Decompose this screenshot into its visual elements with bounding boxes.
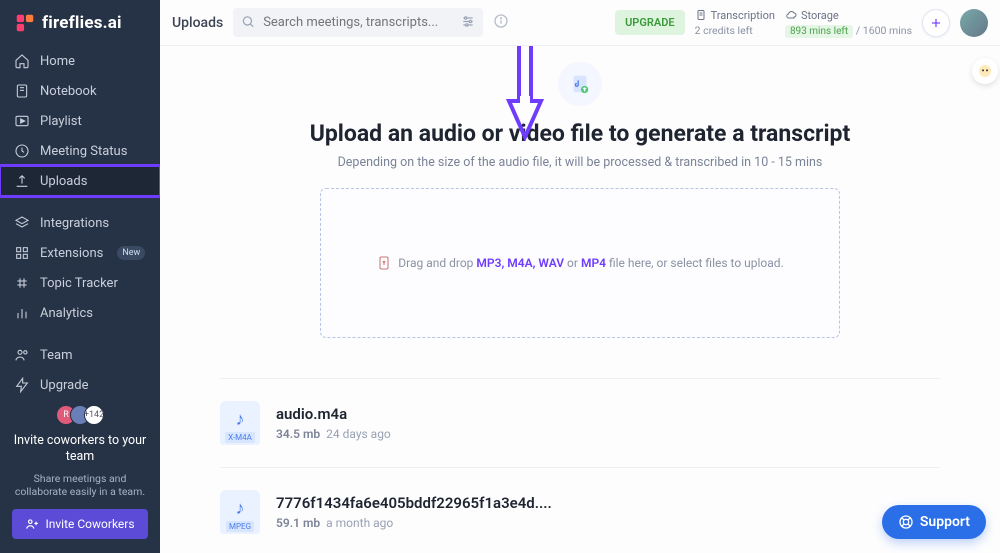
info-icon[interactable] <box>493 13 509 33</box>
hash-icon <box>14 275 30 291</box>
invite-title: Invite coworkers to your team <box>12 433 148 466</box>
file-type-icon: ♪MPEG <box>220 490 260 534</box>
playlist-icon <box>14 113 30 129</box>
bolt-icon <box>14 377 30 393</box>
file-type-icon: ♪X-M4A <box>220 401 260 445</box>
upload-icon <box>14 173 30 189</box>
file-size: 59.1 mb <box>276 516 320 530</box>
support-button[interactable]: Support <box>882 505 986 539</box>
avatar-extra-count: +142 <box>84 405 104 425</box>
user-plus-icon <box>25 517 39 531</box>
fireflies-logo-icon <box>14 12 36 34</box>
layers-icon <box>14 215 30 231</box>
brand-logo[interactable]: fireflies.ai <box>0 0 160 46</box>
home-icon <box>14 53 30 69</box>
notebook-icon <box>14 83 30 99</box>
new-badge: New <box>117 246 145 260</box>
main: Uploads UPGRADE Transcription 2 credits … <box>160 0 1000 553</box>
file-list: ♪X-M4A audio.m4a 34.5 mb 24 days ago ♪MPE… <box>220 378 940 534</box>
file-row[interactable]: ♪X-M4A audio.m4a 34.5 mb 24 days ago <box>220 401 940 445</box>
plus-icon <box>929 16 943 30</box>
sidebar-item-notebook[interactable]: Notebook <box>0 76 160 106</box>
sidebar: fireflies.ai Home Notebook Playlist Meet… <box>0 0 160 553</box>
bars-icon <box>14 305 30 321</box>
topbar: Uploads UPGRADE Transcription 2 credits … <box>160 0 1000 46</box>
bot-icon <box>977 63 993 79</box>
invite-coworkers-button[interactable]: Invite Coworkers <box>12 509 148 539</box>
sidebar-item-extensions[interactable]: ExtensionsNew <box>0 238 160 268</box>
sidebar-nav: Home Notebook Playlist Meeting Status Up… <box>0 46 160 395</box>
storage-stat: Storage 893 mins left / 1600 mins <box>785 9 912 37</box>
transcription-stat: Transcription 2 credits left <box>695 9 775 37</box>
user-avatar[interactable] <box>960 9 988 37</box>
search-icon <box>241 13 255 32</box>
sidebar-item-meeting-status[interactable]: Meeting Status <box>0 136 160 166</box>
content: Upload an audio or video file to generat… <box>160 46 1000 553</box>
upload-title: Upload an audio or video file to generat… <box>220 120 940 147</box>
file-age: 24 days ago <box>326 427 391 441</box>
sidebar-item-home[interactable]: Home <box>0 46 160 76</box>
lifebuoy-icon <box>898 514 914 530</box>
breadcrumb: Uploads <box>172 15 223 31</box>
assistant-bubble[interactable] <box>972 58 998 84</box>
avatar-stack: R +142 <box>12 405 148 425</box>
upload-subtitle: Depending on the size of the audio file,… <box>220 155 940 170</box>
clock-icon <box>14 143 30 159</box>
file-name: audio.m4a <box>276 405 391 423</box>
upload-hero-icon <box>558 62 602 106</box>
brand-name: fireflies.ai <box>42 13 122 33</box>
sidebar-item-uploads[interactable]: Uploads <box>0 166 160 196</box>
search-input[interactable] <box>233 8 483 37</box>
sidebar-footer: R +142 Invite coworkers to your team Sha… <box>0 395 160 553</box>
file-up-icon <box>376 255 392 271</box>
upload-dropzone[interactable]: Drag and drop MP3, M4A, WAV or MP4 file … <box>320 188 840 338</box>
sidebar-item-playlist[interactable]: Playlist <box>0 106 160 136</box>
cloud-icon <box>785 9 797 21</box>
file-row[interactable]: ♪MPEG 7776f1434fa6e405bddf22965f1a3e4d..… <box>220 490 940 534</box>
upgrade-button[interactable]: UPGRADE <box>615 10 684 35</box>
add-button[interactable] <box>922 9 950 37</box>
users-icon <box>14 347 30 363</box>
sidebar-item-upgrade[interactable]: Upgrade <box>0 370 160 395</box>
sidebar-item-topic-tracker[interactable]: Topic Tracker <box>0 268 160 298</box>
sidebar-item-analytics[interactable]: Analytics <box>0 298 160 328</box>
doc-icon <box>695 9 707 21</box>
sidebar-item-integrations[interactable]: Integrations <box>0 208 160 238</box>
file-size: 34.5 mb <box>276 427 320 441</box>
grid-icon <box>14 245 30 261</box>
file-age: a month ago <box>326 516 393 530</box>
sliders-icon[interactable] <box>461 13 475 32</box>
search-wrap <box>233 8 483 37</box>
invite-subtitle: Share meetings and collaborate easily in… <box>12 472 148 499</box>
sidebar-item-team[interactable]: Team <box>0 340 160 370</box>
file-name: 7776f1434fa6e405bddf22965f1a3e4d.... <box>276 494 552 512</box>
